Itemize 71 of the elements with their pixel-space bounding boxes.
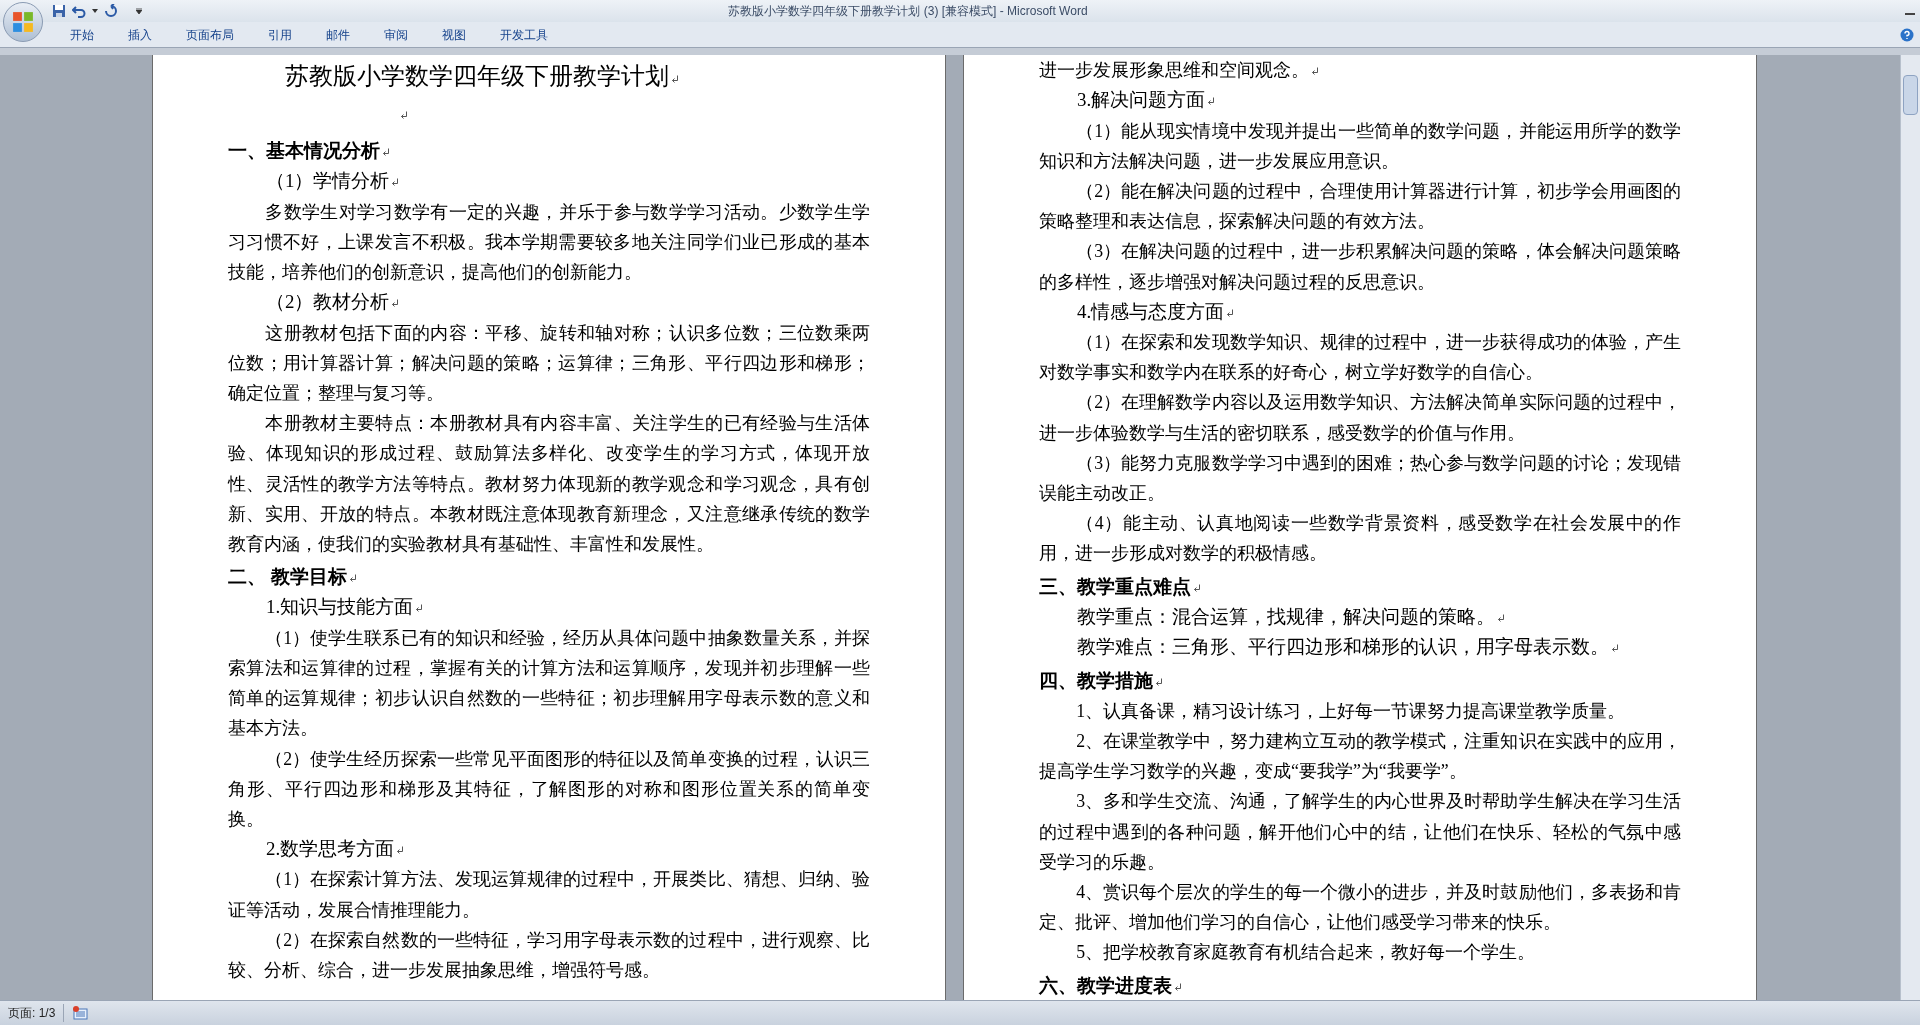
office-logo-icon	[12, 11, 34, 33]
section-heading: 六、教学进度表	[1039, 974, 1172, 996]
paragraph-mark-icon	[1207, 97, 1216, 107]
paragraph-mark-icon	[1226, 308, 1235, 318]
paragraph: （2）使学生经历探索一些常见平面图形的特征以及简单变换的过程，认识三角形、平行四边形和梯形及其特征，了解图形的对称和图形位置关系的简单变换。	[228, 748, 870, 829]
paragraph: 2、在课堂教学中，努力建构立互动的教学模式，注重知识在实践中的应用，提高学生学习数学的兴趣，变成“要我学”为“我要学”。	[1039, 731, 1681, 782]
paragraph-mark-icon	[1174, 982, 1182, 992]
paragraph: 本册教材主要特点：本册教材具有内容丰富、关注学生的已有经验与生活体验、体现知识的形成过程、鼓励算法多样化、改变学生的学习方式，体现开放性、灵活性的教学方法等特点。教材努力体现新的教学观念和学习观念，具有创新、实用、开放的特点。本教材既注意体现教育新理念，又注意继承传统的数学教育内涵，使我们的实验教材具有基础性、丰富性和发展性。	[228, 413, 870, 554]
paragraph-mark-icon	[348, 574, 357, 584]
paragraph-mark-icon	[1155, 677, 1163, 687]
paragraph: 4、赏识每个层次的学生的每一个微小的进步，并及时鼓励他们，多表扬和肯定、批评、增加他们学习的自信心，让他们感受学习带来的快乐。	[1039, 882, 1681, 933]
ribbon-tab[interactable]: 插入	[118, 22, 162, 47]
paragraph: （1）使学生联系已有的知识和经验，经历从具体问题中抽象数量关系，并探索算法和运算律的过程，掌握有关的计算方法和运算顺序，发现并初步理解一些简单的运算规律；初步认识自然数的一些特征；初步理解用字母表示数的意义和基本方法。	[228, 627, 870, 739]
paragraph-mark-icon	[396, 846, 405, 856]
vertical-scrollbar[interactable]	[1900, 55, 1920, 1000]
subheading: 3.解决问题方面	[1077, 89, 1206, 111]
dropdown-caret-icon[interactable]	[92, 9, 98, 13]
paragraph-mark-icon	[382, 148, 390, 157]
paragraph: 这册教材包括下面的内容：平移、旋转和轴对称；认识多位数；三位数乘两位数；用计算器计算；解决问题的策略；运算律；三角形、平行四边形和梯形；确定位置；整理与复习等。	[228, 322, 870, 403]
paragraph-mark-icon	[1311, 67, 1319, 76]
paragraph: 多数学生对学习数学有一定的兴趣，并乐于参与数学学习活动。少数学生学习习惯不好，上课发言不积极。我本学期需要较多地关注同学们业已形成的基本技能，培养他们的创新意识，提高他们的创新能力。	[228, 201, 870, 282]
subheading: 4.情感与态度方面	[1077, 300, 1225, 322]
section-heading: 二、 教学目标	[228, 566, 347, 588]
subheading: 教学难点：三角形、平行四边形和梯形的认识，用字母表示数。	[1077, 636, 1609, 658]
page-count: 页面: 1/3	[0, 1004, 65, 1022]
document-title: 苏教版小学数学四年级下册教学计划	[285, 63, 669, 89]
ribbon-tab[interactable]: 引用	[258, 22, 302, 47]
ribbon-tab[interactable]: 页面布局	[176, 22, 244, 47]
paragraph: （2）在探索自然数的一些特征，学习用字母表示数的过程中，进行观察、比较、分析、综合，进一步发展抽象思维，增强符号感。	[228, 929, 870, 981]
paragraph: 3、多和学生交流、沟通，了解学生的内心世界及时帮助学生解决在学习生活的过程中遇到的各种问题，解开他们心中的结，让他们在快乐、轻松的气氛中感受学习的乐趣。	[1039, 791, 1681, 872]
macro-record-icon[interactable]	[72, 1006, 89, 1020]
subheading: （1）学情分析	[266, 170, 390, 192]
paragraph: （1）在探索计算方法、发现运算规律的过程中，开展类比、猜想、归纳、验证等活动，发展合情推理能力。	[228, 869, 870, 920]
section-heading: 四、教学措施	[1039, 669, 1153, 691]
paragraph-mark-icon	[391, 178, 400, 188]
window-title: 苏教版小学数学四年级下册教学计划 (3) [兼容模式] - Microsoft Word	[728, 3, 1088, 20]
paragraph-mark-icon	[391, 299, 400, 309]
paragraph: （3）能努力克服数学学习中遇到的困难；热心参与数学问题的讨论；发现错误能主动改正。	[1039, 452, 1681, 504]
paragraph-mark-icon	[1497, 613, 1505, 623]
redo-icon[interactable]	[104, 4, 118, 18]
subheading: 2.数学思考方面	[266, 838, 395, 860]
ribbon-tab[interactable]: 视图	[432, 22, 476, 47]
paragraph: （2）能在解决问题的过程中，合理使用计算器进行计算，初步学会用画图的策略整理和表达信息，探索解决问题的有效方法。	[1039, 180, 1681, 232]
ribbon-tab[interactable]: 开始	[60, 22, 104, 47]
save-icon[interactable]	[52, 4, 66, 18]
paragraph-mark-icon	[671, 75, 679, 84]
paragraph-mark-icon	[1611, 644, 1619, 654]
undo-icon[interactable]	[72, 4, 86, 18]
help-icon[interactable]	[1900, 27, 1914, 42]
ribbon-tab[interactable]: 审阅	[374, 22, 418, 47]
ribbon-tab[interactable]: 邮件	[316, 22, 360, 47]
scroll-thumb[interactable]	[1903, 75, 1918, 115]
ribbon-tab[interactable]: 开发工具	[490, 22, 558, 47]
paragraph: （3）在解决问题的过程中，进一步积累解决问题的策略，体会解决问题策略的多样性，逐步增强对解决问题过程的反思意识。	[1039, 241, 1681, 292]
subheading: （2）教材分析	[266, 291, 390, 313]
section-heading: 一、基本情况分析	[228, 140, 380, 161]
paragraph: 1、认真备课，精习设计练习，上好每一节课努力提高课堂教学质量。	[1076, 700, 1626, 721]
paragraph-mark-icon	[415, 604, 424, 614]
paragraph: （1）在探索和发现数学知识、规律的过程中，进一步获得成功的体验，产生对数学事实和数学内在联系的好奇心，树立学好数学的自信心。	[1039, 332, 1681, 383]
paragraph: （2）在理解数学内容以及运用数学知识、方法解决简单实际问题的过程中，进一步体验数学与生活的密切联系，感受数学的价值与作用。	[1039, 392, 1681, 443]
office-button[interactable]	[3, 2, 43, 42]
paragraph-mark-icon	[400, 111, 408, 120]
subheading: 1.知识与技能方面	[266, 596, 414, 618]
paragraph-mark-icon	[1193, 583, 1201, 593]
paragraph: 5、把学校教育家庭教育有机结合起来，教好每一个学生。	[1076, 942, 1536, 963]
subheading: 教学重点：混合运算，找规律，解决问题的策略。	[1077, 605, 1495, 627]
section-heading: 三、教学重点难点	[1039, 575, 1191, 597]
paragraph: （4）能主动、认真地阅读一些数学背景资料，感受数学在社会发展中的作用，进一步形成对数学的积极情感。	[1039, 513, 1681, 564]
customize-toolbar-icon[interactable]	[136, 8, 142, 14]
paragraph: （1）能从现实情境中发现并提出一些简单的数学问题，并能运用所学的数学知识和方法解决问题，进一步发展应用意识。	[1039, 120, 1681, 171]
paragraph: 进一步发展形象思维和空间观念。	[1039, 60, 1309, 80]
